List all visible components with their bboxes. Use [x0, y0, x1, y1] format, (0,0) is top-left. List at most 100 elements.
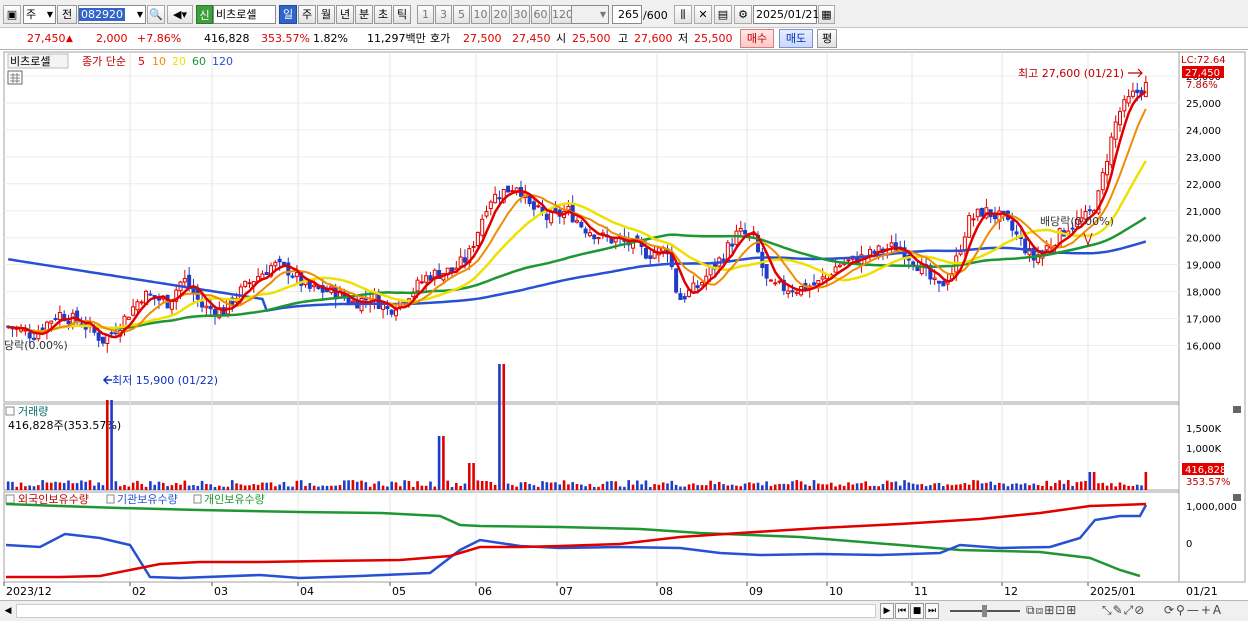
candle-chart-icon[interactable]: ⫼ [674, 5, 692, 24]
candle-body [695, 285, 700, 289]
buy-button[interactable]: 매수 [740, 29, 774, 48]
period-tab-6[interactable]: 틱 [393, 5, 411, 24]
volume-bar [1032, 483, 1036, 490]
volume-tick-1000k: 1,000K [1186, 444, 1222, 455]
sell-button[interactable]: 매도 [779, 29, 813, 48]
volume-panel-close-icon[interactable] [1233, 406, 1241, 413]
period-tab-2[interactable]: 월 [317, 5, 335, 24]
volume-bar [903, 480, 906, 490]
fast-forward-button[interactable]: ⏭ [925, 603, 939, 619]
interval-combo[interactable]: ▼ [571, 5, 609, 24]
volume-tick-1500k: 1,500K [1186, 424, 1222, 435]
stock-code-input[interactable]: 082920 ▼ [78, 5, 146, 24]
candle-body [100, 336, 105, 344]
eval-button[interactable]: 평 [817, 29, 837, 48]
price-tick: 16,000 [1186, 342, 1221, 353]
holdings-panel[interactable] [3, 491, 1180, 583]
volume-bar [1092, 472, 1096, 490]
candle-body [57, 312, 62, 321]
gear-icon[interactable]: ⚙ [734, 5, 752, 24]
chart-tool-icons[interactable]: ⧉⧈⊞⊡⊞ [1026, 603, 1077, 618]
interval-button-10[interactable]: 10 [471, 5, 490, 24]
candle-body [187, 274, 192, 289]
dividend-right-label: 배당락(0.00%) [1040, 215, 1114, 228]
candle-body [1126, 96, 1131, 104]
x-axis-label: 11 [914, 585, 928, 598]
volume-bar [304, 485, 307, 490]
interval-button-20[interactable]: 20 [491, 5, 510, 24]
volume-panel[interactable] [3, 403, 1180, 491]
zoom-slider-handle[interactable] [982, 605, 987, 617]
scroll-right-button[interactable]: ▶ [880, 603, 894, 619]
period-tab-5[interactable]: 초 [374, 5, 392, 24]
volume-bar [795, 480, 799, 490]
x-axis-label: 10 [829, 585, 843, 598]
volume-bar [196, 485, 200, 490]
volume-bar [37, 485, 40, 490]
volume-bar [75, 483, 79, 490]
draw-tool-icons[interactable]: ⤡✎⤢⊘ [1102, 603, 1145, 618]
search-icon[interactable]: 🔍 [147, 5, 165, 24]
candle-body [131, 306, 136, 316]
rewind-button[interactable]: ⏮ [895, 603, 909, 619]
period-tab-0[interactable]: 일 [279, 5, 297, 24]
volume-bar [282, 481, 286, 490]
scroll-left-arrow-icon[interactable]: ◀ [2, 604, 14, 618]
chart-area[interactable]: 26,00025,00024,00023,00022,00021,00020,0… [0, 50, 1248, 600]
interval-button-1[interactable]: 1 [417, 5, 434, 24]
legend-ma120: 120 [212, 55, 233, 68]
volume-bar [1088, 472, 1092, 490]
candle-body [475, 231, 480, 247]
volume-bar [627, 480, 631, 490]
volume-bar [256, 484, 260, 490]
volume-bar [166, 486, 169, 490]
interval-button-60[interactable]: 60 [531, 5, 550, 24]
period-tab-1[interactable]: 주 [298, 5, 316, 24]
window-menu-icon[interactable]: ▣ [3, 5, 21, 24]
volume-bar [842, 485, 846, 490]
candle-body [846, 259, 851, 262]
stock-name-field[interactable]: 비츠로셀 [213, 5, 276, 24]
interval-button-120[interactable]: 120 [551, 5, 573, 24]
volume-bar [390, 481, 393, 490]
volume-bar [144, 486, 148, 490]
speaker-icon[interactable]: ◀▾ [167, 5, 193, 24]
table-icon[interactable] [7, 70, 23, 85]
count-input[interactable]: 265 [612, 5, 642, 24]
calendar-icon[interactable]: ▦ [818, 5, 835, 24]
volume-bar [804, 484, 807, 490]
candle-body [587, 232, 592, 237]
volume-bar [1097, 483, 1100, 490]
interval-button-30[interactable]: 30 [511, 5, 530, 24]
volume-bar [778, 483, 781, 490]
scroll-track[interactable] [16, 604, 876, 618]
period-tab-4[interactable]: 분 [355, 5, 373, 24]
crosshair-icon[interactable]: ✕ [694, 5, 712, 24]
volume-bar [325, 485, 329, 490]
holdings-panel-close-icon[interactable] [1233, 494, 1241, 501]
volume-bar [342, 480, 346, 490]
candle-body [932, 277, 937, 280]
stop-button[interactable]: ■ [910, 603, 924, 619]
candle-body [820, 276, 825, 280]
volume-bar [894, 481, 898, 490]
period-tab-3[interactable]: 년 [336, 5, 354, 24]
candle-body [773, 282, 778, 285]
x-axis-label: 09 [749, 585, 763, 598]
interval-button-3[interactable]: 3 [435, 5, 452, 24]
high-label: 고 [618, 32, 629, 45]
zoom-icons[interactable]: ⟳⚲—+A [1164, 603, 1223, 617]
volume-bar [1079, 481, 1083, 490]
date-input[interactable]: 2025/01/21 [753, 5, 819, 24]
volume-bar [575, 484, 579, 490]
volume-bar [657, 484, 661, 490]
stock-chart-canvas[interactable]: 26,00025,00024,00023,00022,00021,00020,0… [0, 50, 1248, 600]
prev-button[interactable]: 전 [57, 5, 77, 24]
save-icon[interactable]: ▤ [714, 5, 732, 24]
volume-bar [946, 484, 949, 490]
x-axis-label: 02 [132, 585, 146, 598]
candle-body [1100, 172, 1105, 191]
week-combo[interactable]: 주 ▼ [23, 5, 56, 24]
interval-button-5[interactable]: 5 [453, 5, 470, 24]
volume-bar [817, 483, 820, 490]
